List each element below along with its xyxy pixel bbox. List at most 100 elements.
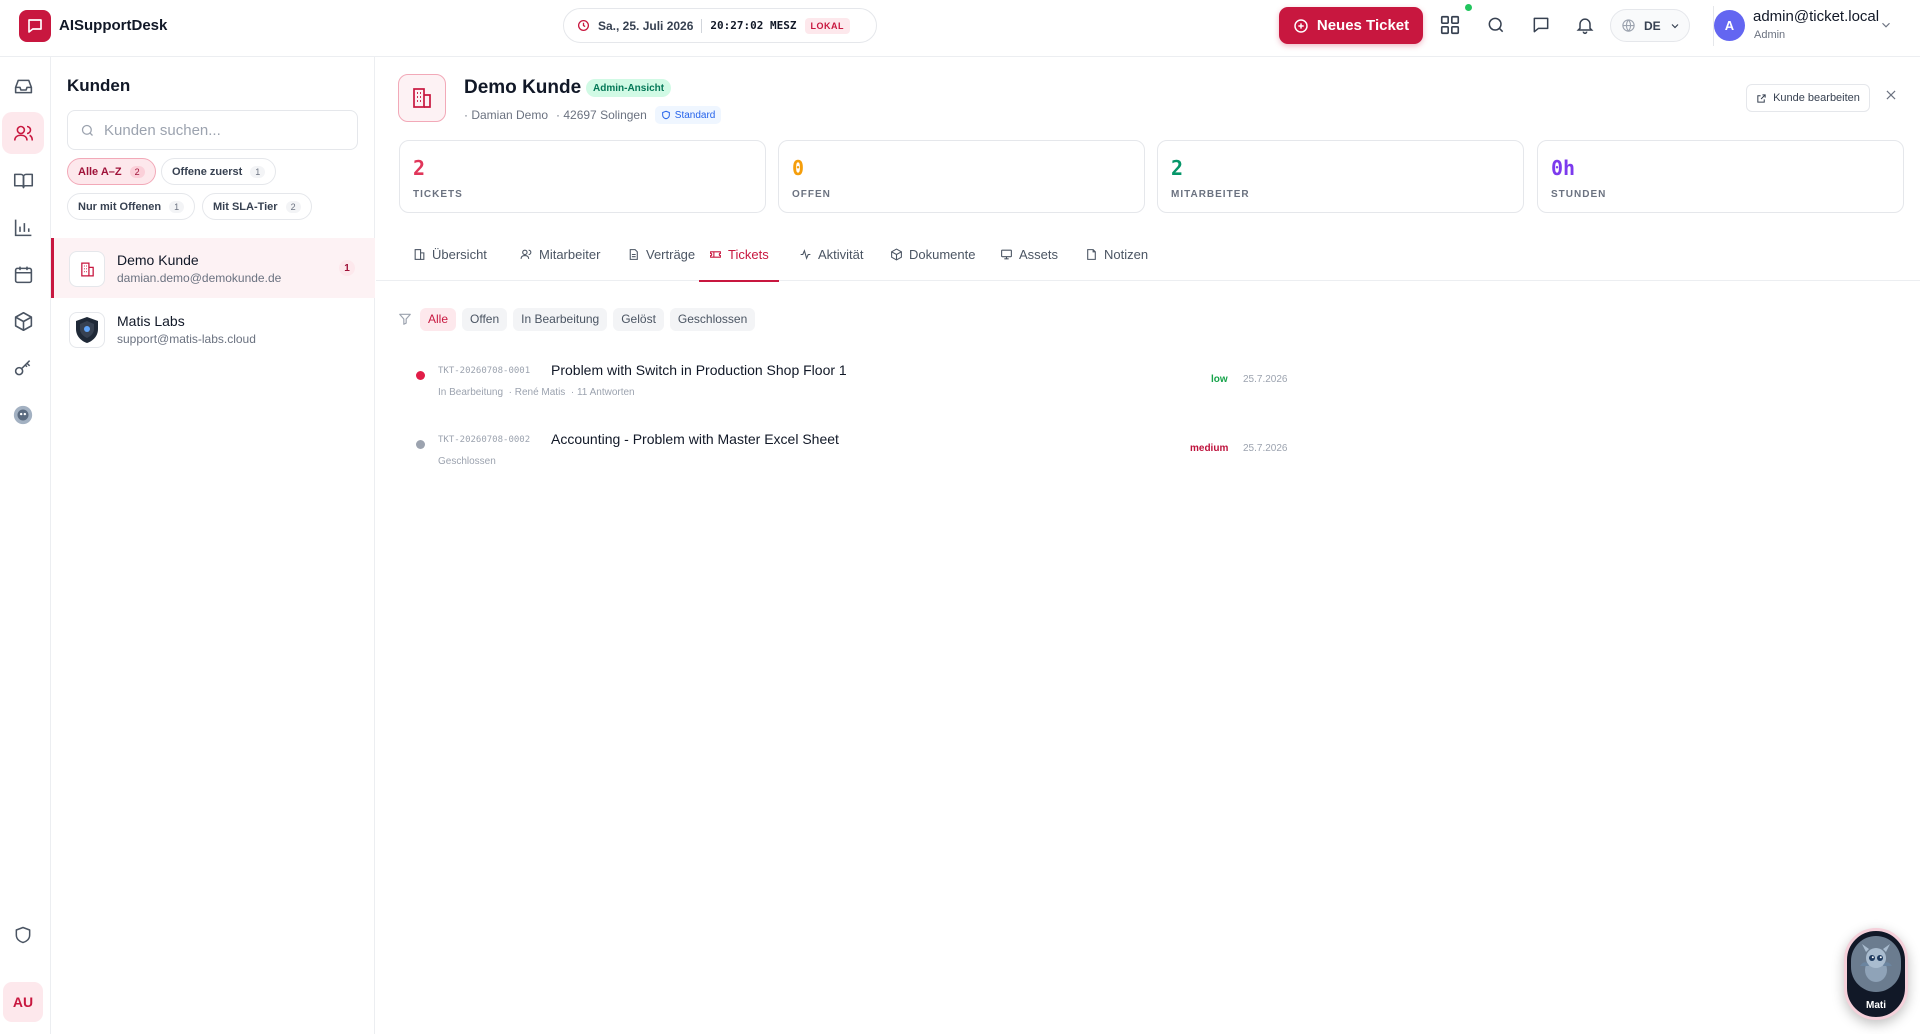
chat-icon[interactable] — [1529, 13, 1553, 37]
close-icon[interactable] — [1884, 88, 1898, 102]
ticket-meta: In Bearbeitung · René Matis · 11 Antwort… — [438, 387, 635, 398]
filter-in-bearbeitung[interactable]: In Bearbeitung — [513, 307, 608, 331]
stat-label: MITARBEITER — [1171, 189, 1250, 200]
shield-icon[interactable] — [2, 914, 44, 956]
tab-dokumente[interactable]: Dokumente — [880, 227, 985, 281]
edit-customer-button[interactable]: Kunde bearbeiten — [1746, 84, 1870, 112]
stat-card-mitarbeiter: 2 MITARBEITER — [1157, 140, 1524, 213]
apps-grid-icon[interactable] — [1438, 13, 1462, 37]
tab-aktivitaet[interactable]: Aktivität — [789, 227, 874, 281]
ticket-date: 25.7.2026 — [1243, 443, 1288, 454]
stat-value: 2 — [1171, 156, 1184, 180]
tab-uebersicht[interactable]: Übersicht — [403, 227, 497, 281]
stat-value: 0 — [792, 156, 805, 180]
new-ticket-label: Neues Ticket — [1316, 17, 1410, 34]
user-avatar[interactable]: A — [1714, 10, 1745, 41]
chip-mit-sla-tier[interactable]: Mit SLA-Tier 2 — [202, 193, 312, 220]
filter-alle[interactable]: Alle — [420, 307, 457, 331]
tab-notizen[interactable]: Notizen — [1075, 227, 1158, 281]
new-ticket-button[interactable]: Neues Ticket — [1279, 7, 1423, 44]
open-tickets-badge: 1 — [339, 260, 355, 276]
tab-label: Notizen — [1104, 246, 1149, 262]
note-icon — [1085, 248, 1098, 261]
customer-search-input[interactable] — [104, 121, 344, 139]
online-status-dot — [1465, 4, 1472, 11]
box-icon[interactable] — [2, 300, 44, 342]
tab-mitarbeiter[interactable]: Mitarbeiter — [510, 227, 610, 281]
language-selector[interactable]: DE — [1610, 9, 1690, 42]
tab-label: Tickets — [728, 246, 769, 262]
stat-value: 0h — [1551, 156, 1576, 180]
chip-nur-mit-offenen[interactable]: Nur mit Offenen 1 — [67, 193, 196, 220]
customer-search-box[interactable] — [67, 110, 358, 150]
chip-count: 1 — [250, 165, 266, 178]
globe-icon — [1621, 18, 1636, 33]
clock-divider — [701, 18, 703, 33]
dragon-icon[interactable] — [2, 394, 44, 436]
building-icon — [398, 74, 446, 122]
clock-icon — [577, 19, 590, 32]
external-link-icon — [1756, 93, 1767, 104]
app-title: AISupportDesk — [59, 17, 168, 34]
tab-label: Mitarbeiter — [539, 246, 601, 262]
filter-icon[interactable] — [398, 312, 412, 326]
stat-label: TICKETS — [413, 189, 463, 200]
stat-label: OFFEN — [792, 189, 831, 200]
customers-icon[interactable] — [2, 112, 44, 154]
user-menu-chevron-icon[interactable] — [1879, 18, 1893, 32]
users-icon — [520, 248, 533, 261]
bell-icon[interactable] — [1573, 13, 1597, 37]
app-logo-icon[interactable] — [19, 10, 51, 42]
ticket-id: TKT-20260708-0001 — [438, 366, 531, 376]
nav-rail: AU — [0, 57, 51, 1034]
status-dot — [416, 371, 425, 380]
assistant-mati-button[interactable]: Mati — [1844, 928, 1908, 1020]
ticket-title[interactable]: Problem with Switch in Production Shop F… — [551, 362, 847, 378]
calendar-icon[interactable] — [2, 253, 44, 295]
filter-geloest[interactable]: Gelöst — [613, 307, 664, 331]
clock-mode-badge: LOKAL — [804, 17, 850, 34]
user-email[interactable]: admin@ticket.local — [1753, 8, 1879, 25]
customer-email: support@matis-labs.cloud — [117, 332, 256, 346]
stat-value: 2 — [413, 156, 426, 180]
tab-tickets[interactable]: Tickets — [699, 227, 779, 282]
customer-item-demo-kunde[interactable]: Demo Kunde damian.demo@demokunde.de 1 — [51, 238, 375, 298]
chip-offene-zuerst[interactable]: Offene zuerst 1 — [161, 158, 277, 185]
ticket-title[interactable]: Accounting - Problem with Master Excel S… — [551, 431, 839, 447]
book-icon[interactable] — [2, 159, 44, 201]
customer-item-matis-labs[interactable]: Matis Labs support@matis-labs.cloud — [51, 299, 375, 359]
top-bar: AISupportDesk Sa., 25. Juli 2026 20:27:0… — [0, 0, 1920, 57]
stat-label: STUNDEN — [1551, 189, 1607, 200]
chip-label: Offene zuerst — [172, 165, 243, 178]
sla-tier-badge: Standard — [654, 106, 722, 124]
clock-widget: Sa., 25. Juli 2026 20:27:02 MESZ LOKAL — [563, 8, 877, 43]
search-icon[interactable] — [1484, 13, 1508, 37]
user-initials-button[interactable]: AU — [3, 982, 43, 1022]
ticket-filters: Alle Offen In Bearbeitung Gelöst Geschlo… — [398, 307, 756, 331]
ticket-meta: Geschlossen — [438, 456, 496, 467]
key-icon[interactable] — [2, 347, 44, 389]
chip-label: Nur mit Offenen — [78, 200, 162, 213]
inbox-icon[interactable] — [2, 65, 44, 107]
tab-label: Übersicht — [432, 246, 487, 262]
filter-geschlossen[interactable]: Geschlossen — [669, 307, 756, 331]
customer-detail: Demo Kunde Admin-Ansicht · Damian Demo ·… — [376, 57, 1920, 1034]
customer-title: Demo Kunde — [464, 77, 582, 98]
chip-alle-a-z[interactable]: Alle A–Z 2 — [67, 158, 156, 185]
ticket-row[interactable]: TKT-20260708-0001 Problem with Switch in… — [376, 354, 1476, 404]
tab-vertraege[interactable]: Verträge — [617, 227, 705, 281]
customer-email: damian.demo@demokunde.de — [117, 271, 282, 285]
chart-icon[interactable] — [2, 206, 44, 248]
panel-title: Kunden — [67, 76, 131, 95]
matis-labs-logo-icon — [69, 312, 105, 348]
tab-assets[interactable]: Assets — [990, 227, 1068, 281]
assistant-name: Mati — [1866, 1000, 1886, 1011]
plus-circle-icon — [1293, 18, 1309, 34]
filter-offen[interactable]: Offen — [462, 307, 508, 331]
customer-contact: · Damian Demo — [464, 108, 549, 122]
ticket-id: TKT-20260708-0002 — [438, 435, 531, 445]
clock-date: Sa., 25. Juli 2026 — [598, 18, 694, 33]
package-icon — [890, 247, 903, 261]
chip-label: Mit SLA-Tier — [213, 200, 278, 213]
ticket-row[interactable]: TKT-20260708-0002 Accounting - Problem w… — [376, 423, 1476, 473]
